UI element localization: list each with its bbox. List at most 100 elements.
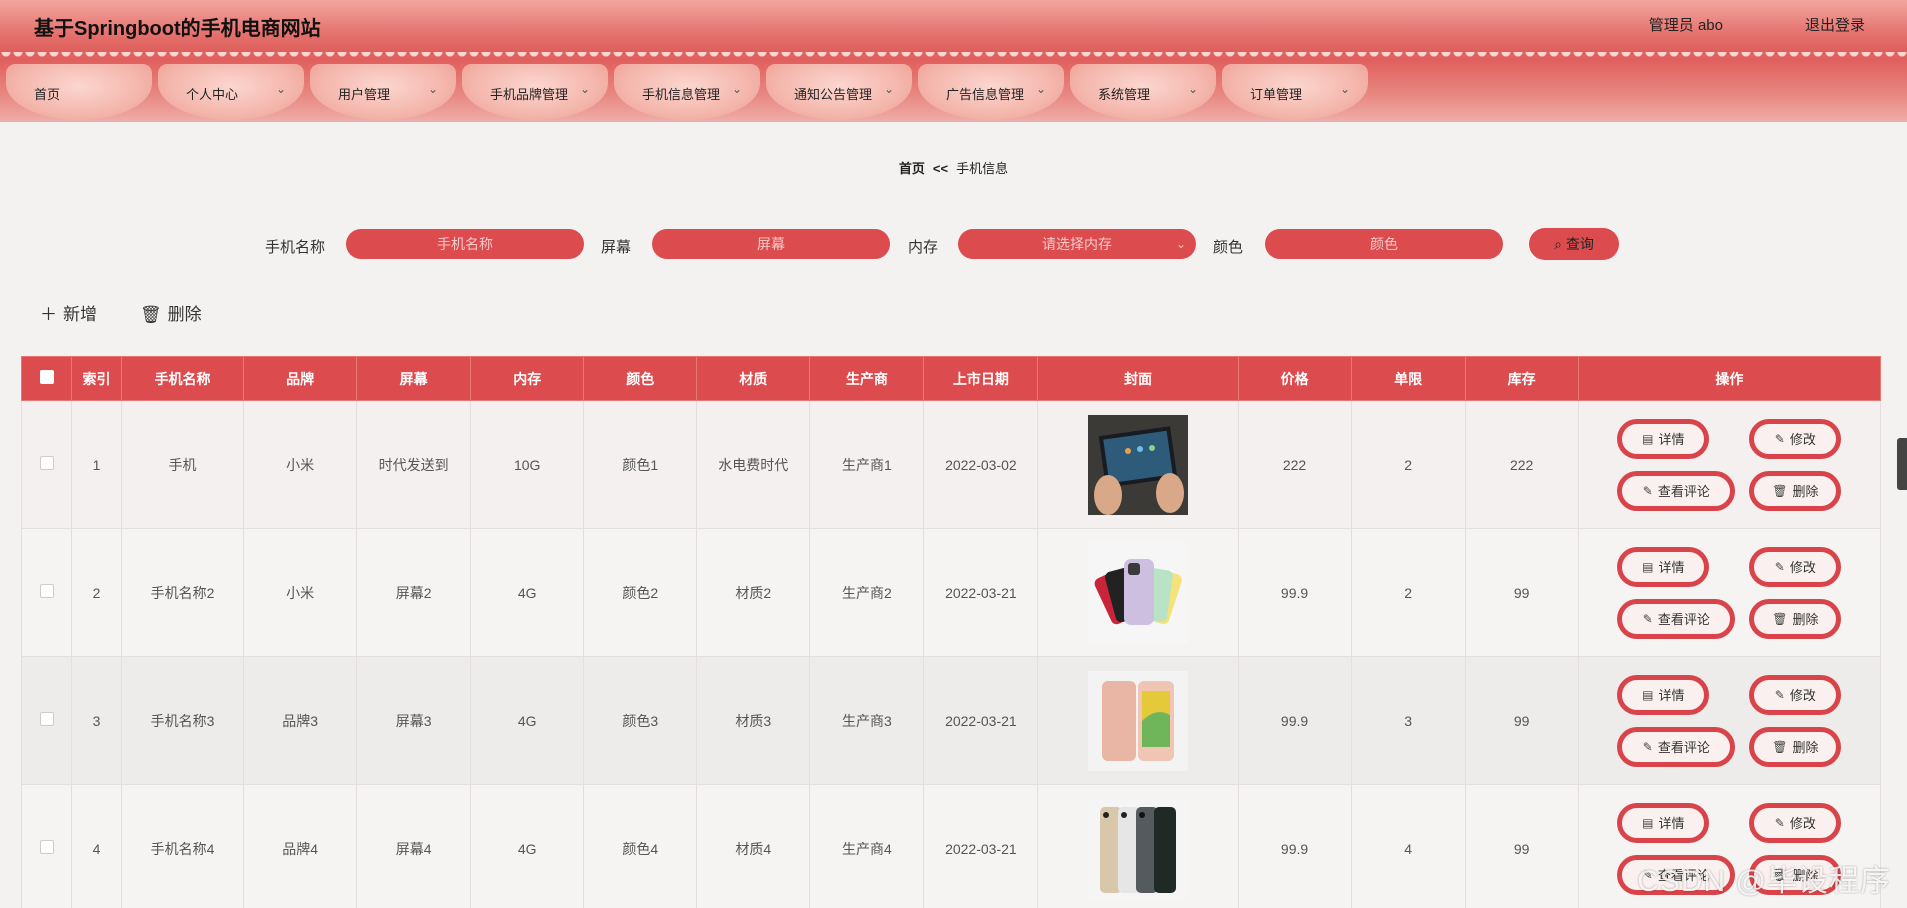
nav-item-system-management[interactable]: 系统管理 ⌄ <box>1070 64 1216 120</box>
search-screen-input[interactable] <box>652 229 890 259</box>
detail-button[interactable]: ▤ 详情 <box>1617 674 1710 715</box>
row-delete-button[interactable]: 🗑 删除 <box>1749 598 1842 639</box>
search-color-input[interactable] <box>1265 229 1503 259</box>
add-button[interactable]: ＋ 新增 <box>40 300 97 325</box>
edit-button-label: 修改 <box>1789 816 1816 831</box>
column-header: 品牌 <box>243 356 358 401</box>
trash-icon: 🗑 <box>1772 739 1788 754</box>
cell-index: 3 <box>71 656 123 785</box>
cell-price: 99.9 <box>1237 784 1352 908</box>
cell-screen: 屏幕2 <box>356 528 472 657</box>
nav-item-label: 手机品牌管理 <box>490 87 569 102</box>
breadcrumb-home[interactable]: 首页 <box>899 161 925 176</box>
cell-brand: 小米 <box>243 528 358 657</box>
admin-user-label: 管理员 abo <box>1648 17 1723 34</box>
pencil-icon: ✎ <box>1774 687 1785 702</box>
nav-item-phone-info-management[interactable]: 手机信息管理 ⌄ <box>614 64 760 120</box>
search-screen-label: 屏幕 <box>601 239 632 256</box>
cell-name: 手机名称3 <box>121 656 245 785</box>
cell-cover <box>1037 656 1239 785</box>
row-select-cell <box>20 784 73 908</box>
pencil-icon: ✎ <box>1774 815 1785 830</box>
row-delete-label: 删除 <box>1792 612 1819 627</box>
nav-item-user-management[interactable]: 用户管理 ⌄ <box>310 64 456 120</box>
nav-item-notice-management[interactable]: 通知公告管理 ⌄ <box>766 64 912 120</box>
row-delete-label: 删除 <box>1792 484 1819 499</box>
edit-button[interactable]: ✎ 修改 <box>1749 546 1842 587</box>
table-row: 1 手机 小米 时代发送到 10G 颜色1 水电费时代 生产商1 2022-03… <box>20 400 1882 529</box>
cell-brand: 品牌3 <box>243 656 358 785</box>
nav-item-label: 广告信息管理 <box>946 87 1025 102</box>
row-checkbox[interactable] <box>39 584 54 598</box>
logout-link[interactable]: 退出登录 <box>1805 14 1865 35</box>
nav-item-home[interactable]: 首页 <box>6 64 152 120</box>
row-select-cell <box>20 400 73 529</box>
bulk-delete-button[interactable]: 🗑 删除 <box>140 300 202 325</box>
side-drawer-handle[interactable] <box>1897 438 1907 490</box>
cell-cover <box>1037 528 1239 657</box>
cell-material: 材质4 <box>696 784 811 908</box>
nav-item-order-management[interactable]: 订单管理 ⌄ <box>1222 64 1368 120</box>
table-header-row: 索引 手机名称 品牌 屏幕 内存 颜色 材质 生产商 上市日期 封面 价格 单限… <box>20 356 1882 401</box>
detail-button[interactable]: ▤ 详情 <box>1617 546 1710 587</box>
document-icon: ▤ <box>1642 431 1654 446</box>
search-name-input[interactable] <box>346 229 584 259</box>
cell-color: 颜色1 <box>583 400 698 529</box>
cell-limit: 3 <box>1350 656 1466 785</box>
query-button[interactable]: ⌕ 查询 <box>1529 228 1619 260</box>
pencil-icon: ✎ <box>1642 739 1653 754</box>
nav-item-personal-center[interactable]: 个人中心 ⌄ <box>158 64 304 120</box>
cell-brand: 品牌4 <box>243 784 358 908</box>
view-comments-button[interactable]: ✎ 查看评论 <box>1617 470 1736 511</box>
row-checkbox[interactable] <box>39 840 54 854</box>
cell-screen: 屏幕4 <box>356 784 472 908</box>
detail-button[interactable]: ▤ 详情 <box>1617 418 1710 459</box>
phone-table: 索引 手机名称 品牌 屏幕 内存 颜色 材质 生产商 上市日期 封面 价格 单限… <box>20 356 1882 908</box>
edit-button[interactable]: ✎ 修改 <box>1749 418 1842 459</box>
cell-limit: 2 <box>1350 400 1466 529</box>
table-row: 2 手机名称2 小米 屏幕2 4G 颜色2 材质2 生产商2 2022-03-2… <box>20 528 1882 657</box>
view-comments-label: 查看评论 <box>1657 740 1710 755</box>
add-button-label: 新增 <box>63 305 97 324</box>
detail-button-label: 详情 <box>1658 560 1685 575</box>
trash-icon: 🗑 <box>140 305 162 324</box>
cell-brand: 小米 <box>243 400 358 529</box>
table-row: 3 手机名称3 品牌3 屏幕3 4G 颜色3 材质3 生产商3 2022-03-… <box>20 656 1882 785</box>
row-delete-button[interactable]: 🗑 删除 <box>1749 726 1842 767</box>
cell-index: 1 <box>71 400 123 529</box>
cell-material: 水电费时代 <box>696 400 811 529</box>
detail-button[interactable]: ▤ 详情 <box>1617 802 1710 843</box>
view-comments-label: 查看评论 <box>1657 612 1710 627</box>
row-checkbox[interactable] <box>39 456 54 470</box>
cell-maker: 生产商4 <box>809 784 925 908</box>
cell-name: 手机名称2 <box>121 528 245 657</box>
select-all-checkbox[interactable] <box>39 370 54 384</box>
nav-item-ad-management[interactable]: 广告信息管理 ⌄ <box>918 64 1064 120</box>
plus-icon: ＋ <box>40 305 57 324</box>
cell-date: 2022-03-21 <box>923 784 1039 908</box>
memory-select[interactable]: 请选择内存 ⌄ <box>958 229 1196 259</box>
row-delete-button[interactable]: 🗑 删除 <box>1749 470 1842 511</box>
cell-cover <box>1037 400 1239 529</box>
view-comments-button[interactable]: ✎ 查看评论 <box>1617 726 1736 767</box>
nav-item-brand-management[interactable]: 手机品牌管理 ⌄ <box>462 64 608 120</box>
chevron-down-icon: ⌄ <box>731 82 742 96</box>
edit-button[interactable]: ✎ 修改 <box>1749 674 1842 715</box>
edit-button-label: 修改 <box>1789 560 1816 575</box>
column-header: 颜色 <box>583 356 698 401</box>
cover-image-rose-gold-phone <box>1087 670 1188 771</box>
column-header: 索引 <box>71 356 123 401</box>
row-checkbox[interactable] <box>39 712 54 726</box>
cell-screen: 时代发送到 <box>356 400 472 529</box>
cell-operations: ▤ 详情 ✎ 修改 ✎ 查看评论 🗑 删除 <box>1577 528 1882 657</box>
memory-select-placeholder: 请选择内存 <box>1042 236 1112 252</box>
top-header: 基于Springboot的手机电商网站 管理员 abo 退出登录 <box>0 0 1907 52</box>
column-header: 生产商 <box>809 356 925 401</box>
column-header: 上市日期 <box>923 356 1039 401</box>
edit-button[interactable]: ✎ 修改 <box>1749 802 1842 843</box>
row-select-cell <box>20 656 73 785</box>
view-comments-button[interactable]: ✎ 查看评论 <box>1617 598 1736 639</box>
select-all-cell[interactable] <box>20 356 73 401</box>
nav-item-label: 订单管理 <box>1250 87 1303 102</box>
nav-item-label: 系统管理 <box>1098 87 1151 102</box>
